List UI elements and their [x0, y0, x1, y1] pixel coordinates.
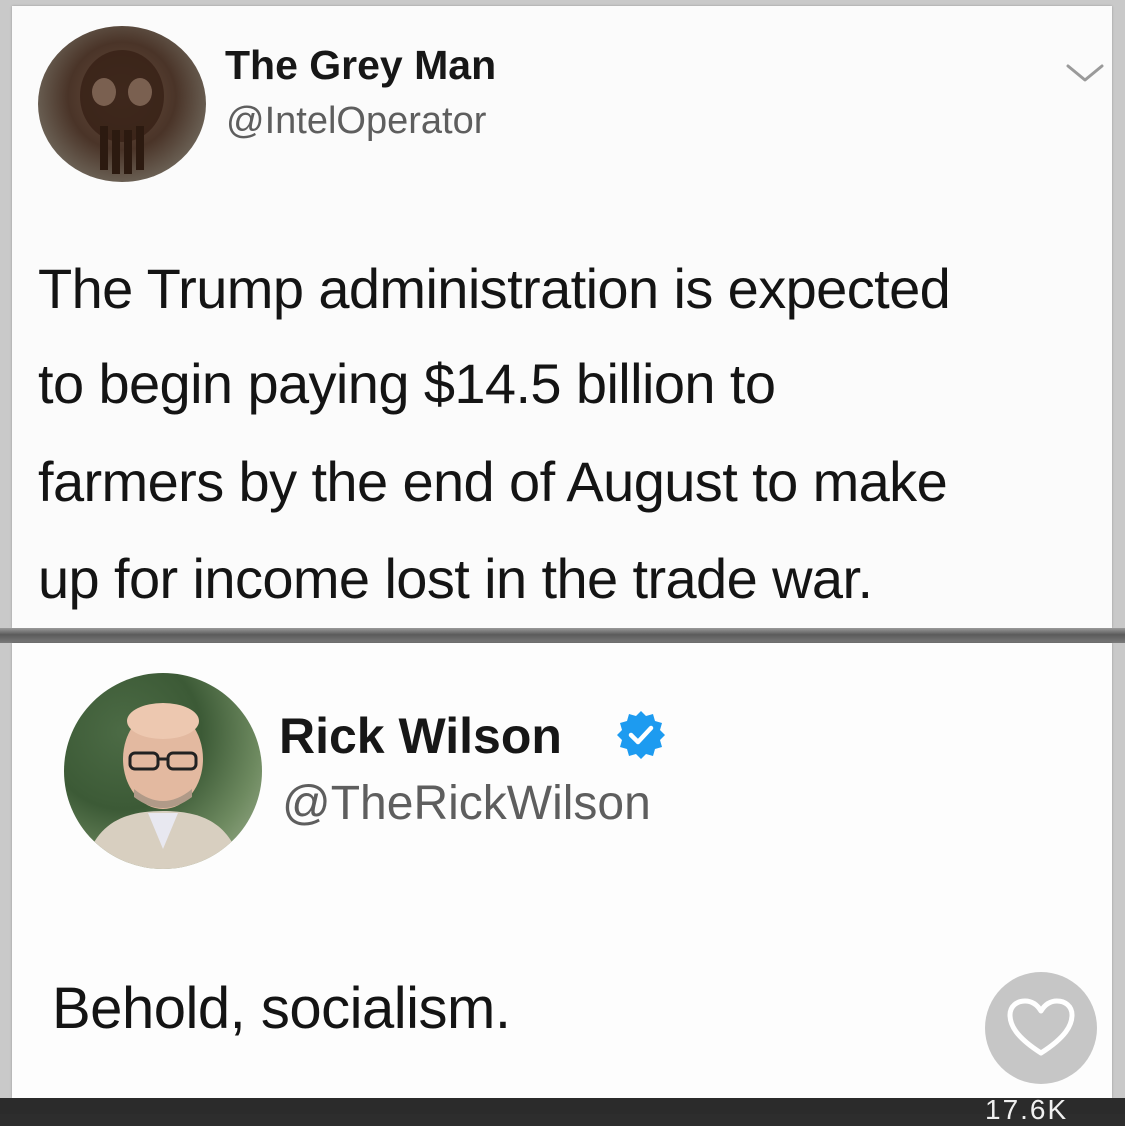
- profile-photo-icon: [84, 703, 242, 869]
- tweet-card-1[interactable]: The Grey Man @IntelOperator The Trump ad…: [12, 6, 1112, 628]
- chevron-down-icon[interactable]: [1064, 58, 1106, 88]
- verified-badge-icon: [615, 709, 667, 761]
- tweet-text-line: The Trump administration is expected: [38, 257, 951, 320]
- tweet-card-2[interactable]: Rick Wilson @TheRickWilson Behold, socia…: [12, 643, 1112, 1098]
- screenshot-frame: The Grey Man @IntelOperator The Trump ad…: [0, 0, 1125, 1125]
- like-button[interactable]: [985, 972, 1097, 1084]
- bottom-bar: [0, 1098, 1125, 1114]
- heart-icon: [1007, 998, 1075, 1056]
- tweet-text-line: to begin paying $14.5 billion to: [38, 352, 776, 415]
- author-name[interactable]: Rick Wilson: [279, 707, 562, 765]
- author-name[interactable]: The Grey Man: [225, 42, 496, 89]
- tweet-text-line: up for income lost in the trade war.: [38, 547, 873, 610]
- author-avatar[interactable]: [38, 26, 206, 182]
- tweet-text: Behold, socialism.: [52, 976, 511, 1041]
- tweet-divider: [0, 628, 1125, 643]
- punisher-skull-icon: [80, 50, 164, 174]
- like-count: 17.6K: [985, 1094, 1069, 1125]
- tweet-text-line: farmers by the end of August to make: [38, 450, 948, 513]
- author-handle[interactable]: @TheRickWilson: [282, 776, 651, 831]
- author-avatar[interactable]: [64, 673, 262, 869]
- author-handle[interactable]: @IntelOperator: [226, 100, 486, 143]
